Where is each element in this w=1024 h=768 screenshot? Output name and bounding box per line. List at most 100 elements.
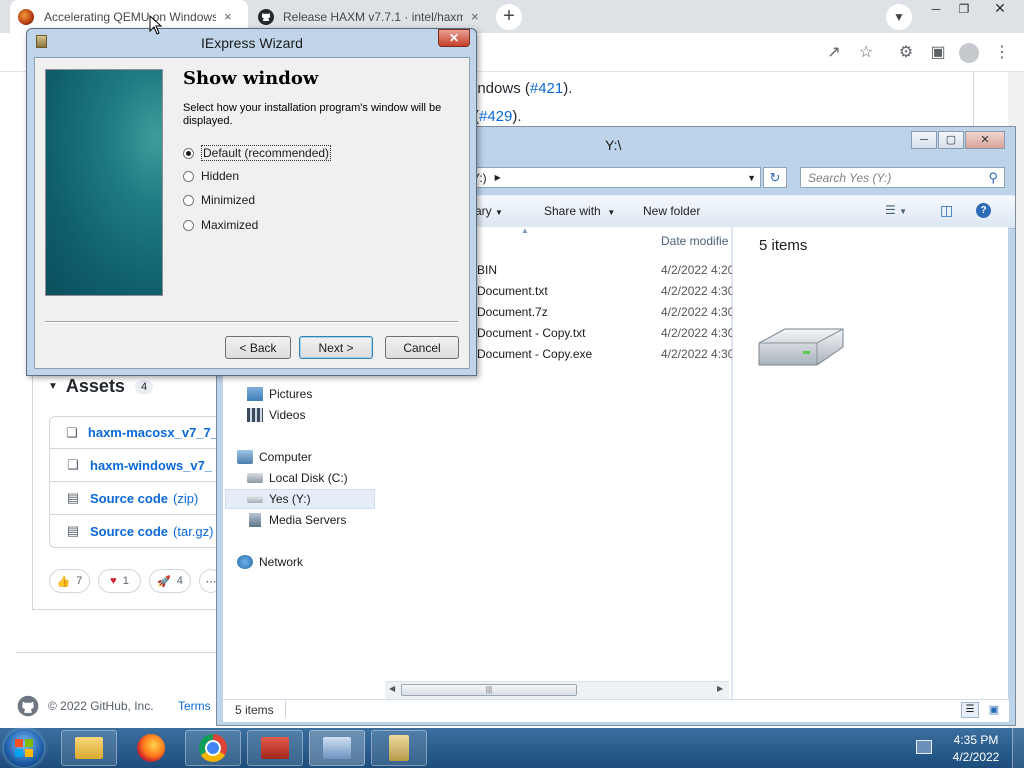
assets-toggle[interactable]: ▼ Assets 4 bbox=[48, 376, 154, 397]
large-icons-view-icon[interactable]: ▣ bbox=[985, 702, 1003, 718]
next-button[interactable]: Next > bbox=[299, 336, 373, 359]
taskbar-chrome-button[interactable] bbox=[185, 730, 241, 766]
iexpress-wizard-dialog: IExpress Wizard ✕ Show window Select how… bbox=[26, 28, 477, 376]
scroll-left-icon[interactable]: ◀ bbox=[389, 684, 395, 693]
nav-item-media-servers[interactable]: Media Servers bbox=[247, 513, 346, 527]
issue-link-421[interactable]: #421 bbox=[530, 80, 563, 97]
search-box[interactable]: Search Yes (Y:) ⚲ bbox=[800, 167, 1005, 188]
scroll-right-icon[interactable]: ▶ bbox=[717, 684, 723, 693]
file-date: 4/2/2022 4:30 bbox=[661, 305, 735, 319]
toolbox-icon bbox=[261, 737, 289, 759]
taskbar-toolbox-button[interactable] bbox=[247, 730, 303, 766]
radio-default[interactable]: Default (recommended) bbox=[183, 145, 332, 161]
address-bar[interactable]: Y:) ▶ ▼ bbox=[467, 167, 761, 188]
close-icon[interactable]: × bbox=[471, 9, 479, 24]
radio-button[interactable] bbox=[183, 147, 194, 159]
asset-row[interactable]: ❏ haxm-windows_v7_ bbox=[49, 449, 219, 482]
close-icon[interactable]: × bbox=[224, 9, 232, 24]
help-icon[interactable]: ? bbox=[976, 203, 991, 218]
star-icon[interactable]: ☆ bbox=[856, 43, 876, 63]
new-tab-button[interactable]: + bbox=[496, 4, 522, 30]
chevron-down-icon: ▼ bbox=[893, 10, 905, 24]
file-name[interactable]: Document - Copy.exe bbox=[477, 347, 592, 361]
taskbar-iexpress-button[interactable] bbox=[309, 730, 365, 766]
start-button[interactable] bbox=[4, 729, 44, 767]
view-options-icon[interactable]: ☰ ▼ bbox=[885, 203, 907, 217]
radio-minimized[interactable]: Minimized bbox=[183, 193, 255, 207]
breadcrumb-arrow-icon: ▶ bbox=[494, 173, 501, 182]
window-restore-button[interactable]: ❐ bbox=[952, 2, 976, 20]
back-button[interactable]: < Back bbox=[225, 336, 291, 359]
clock-date[interactable]: 4/2/2022 bbox=[944, 750, 1008, 764]
taskbar-firefox-button[interactable] bbox=[123, 730, 179, 766]
nav-item-pictures[interactable]: Pictures bbox=[247, 387, 312, 401]
taskbar-explorer-button[interactable] bbox=[61, 730, 117, 766]
media-server-icon bbox=[249, 513, 261, 527]
explorer-maximize-button[interactable]: ▢ bbox=[938, 131, 964, 149]
taskbar-archive-button[interactable] bbox=[371, 730, 427, 766]
dialog-separator bbox=[45, 321, 458, 323]
extensions-icon[interactable]: ⚙ bbox=[896, 43, 916, 63]
tab-title: Accelerating QEMU on Windows bbox=[44, 9, 216, 24]
window-close-button[interactable]: ✕ bbox=[980, 0, 1020, 20]
scroll-thumb[interactable]: ||| bbox=[401, 684, 577, 696]
new-folder-button[interactable]: New folder bbox=[643, 204, 700, 218]
nav-item-videos[interactable]: Videos bbox=[247, 408, 305, 422]
hard-drive-icon bbox=[247, 473, 263, 483]
address-dropdown-icon[interactable]: ▼ bbox=[747, 173, 756, 183]
tab-search-button[interactable]: ▼ bbox=[886, 4, 912, 30]
file-name[interactable]: Document.txt bbox=[477, 284, 548, 298]
radio-button[interactable] bbox=[183, 194, 194, 206]
column-header-date[interactable]: Date modifie bbox=[661, 234, 728, 248]
asset-row[interactable]: ❏ haxm-macosx_v7_7_ bbox=[49, 416, 219, 449]
dialog-close-button[interactable]: ✕ bbox=[438, 29, 470, 47]
qemu-favicon-icon bbox=[18, 8, 34, 25]
reaction-heart[interactable]: ♥ 1 bbox=[98, 569, 141, 593]
chrome-icon bbox=[199, 734, 227, 762]
radio-hidden[interactable]: Hidden bbox=[183, 169, 239, 183]
windows-logo-icon bbox=[15, 739, 33, 757]
videos-icon bbox=[247, 408, 263, 422]
window-minimize-button[interactable]: ─ bbox=[924, 2, 948, 20]
package-icon: ❏ bbox=[66, 424, 78, 440]
nav-item-yes-drive[interactable]: Yes (Y:) bbox=[247, 492, 311, 506]
installer-icon bbox=[323, 737, 351, 759]
nav-item-computer[interactable]: Computer bbox=[237, 450, 312, 464]
refresh-button[interactable]: ↻ bbox=[763, 167, 787, 188]
clock-time[interactable]: 4:35 PM bbox=[948, 733, 1004, 747]
details-view-icon[interactable]: ☰ bbox=[961, 702, 979, 718]
issue-link-429[interactable]: #429 bbox=[479, 108, 512, 125]
file-date: 4/2/2022 4:30 bbox=[661, 284, 735, 298]
nav-item-network[interactable]: Network bbox=[237, 555, 303, 569]
search-input: Search Yes (Y:) bbox=[808, 170, 892, 185]
side-panel-icon[interactable]: ▣ bbox=[928, 43, 948, 63]
asset-row[interactable]: ▤ Source code (tar.gz) bbox=[49, 515, 219, 548]
reaction-rocket[interactable]: 🚀 4 bbox=[149, 569, 191, 593]
horizontal-scrollbar[interactable]: ◀ ||| ▶ bbox=[385, 681, 729, 699]
explorer-close-button[interactable]: ✕ bbox=[965, 131, 1005, 149]
removable-drive-icon bbox=[758, 328, 844, 366]
file-name[interactable]: Document - Copy.txt bbox=[477, 326, 585, 340]
more-menu-icon[interactable]: ⋮ bbox=[992, 43, 1012, 63]
radio-maximized[interactable]: Maximized bbox=[183, 218, 258, 232]
profile-avatar-icon[interactable] bbox=[959, 43, 979, 63]
asset-row[interactable]: ▤ Source code (zip) bbox=[49, 482, 219, 515]
mouse-cursor-icon bbox=[149, 15, 163, 35]
share-with-button[interactable]: Share with ▼ bbox=[544, 204, 615, 218]
explorer-minimize-button[interactable]: ─ bbox=[911, 131, 937, 149]
network-tray-icon[interactable] bbox=[916, 740, 932, 754]
radio-button[interactable] bbox=[183, 219, 194, 231]
file-date: 4/2/2022 4:20 bbox=[661, 263, 735, 277]
status-item-count: 5 items bbox=[235, 703, 274, 717]
footer-terms-link[interactable]: Terms bbox=[178, 699, 211, 713]
show-desktop-button[interactable] bbox=[1012, 728, 1024, 768]
nav-item-local-disk[interactable]: Local Disk (C:) bbox=[247, 471, 348, 485]
radio-button[interactable] bbox=[183, 170, 194, 182]
share-icon[interactable]: ↗ bbox=[824, 43, 844, 63]
file-name[interactable]: BIN bbox=[477, 263, 497, 277]
preview-pane-icon[interactable]: ◫ bbox=[940, 202, 953, 219]
cancel-button[interactable]: Cancel bbox=[385, 336, 459, 359]
package-icon: ❏ bbox=[67, 457, 79, 472]
file-name[interactable]: Document.7z bbox=[477, 305, 548, 319]
reaction-thumbs-up[interactable]: 👍 7 bbox=[49, 569, 90, 593]
